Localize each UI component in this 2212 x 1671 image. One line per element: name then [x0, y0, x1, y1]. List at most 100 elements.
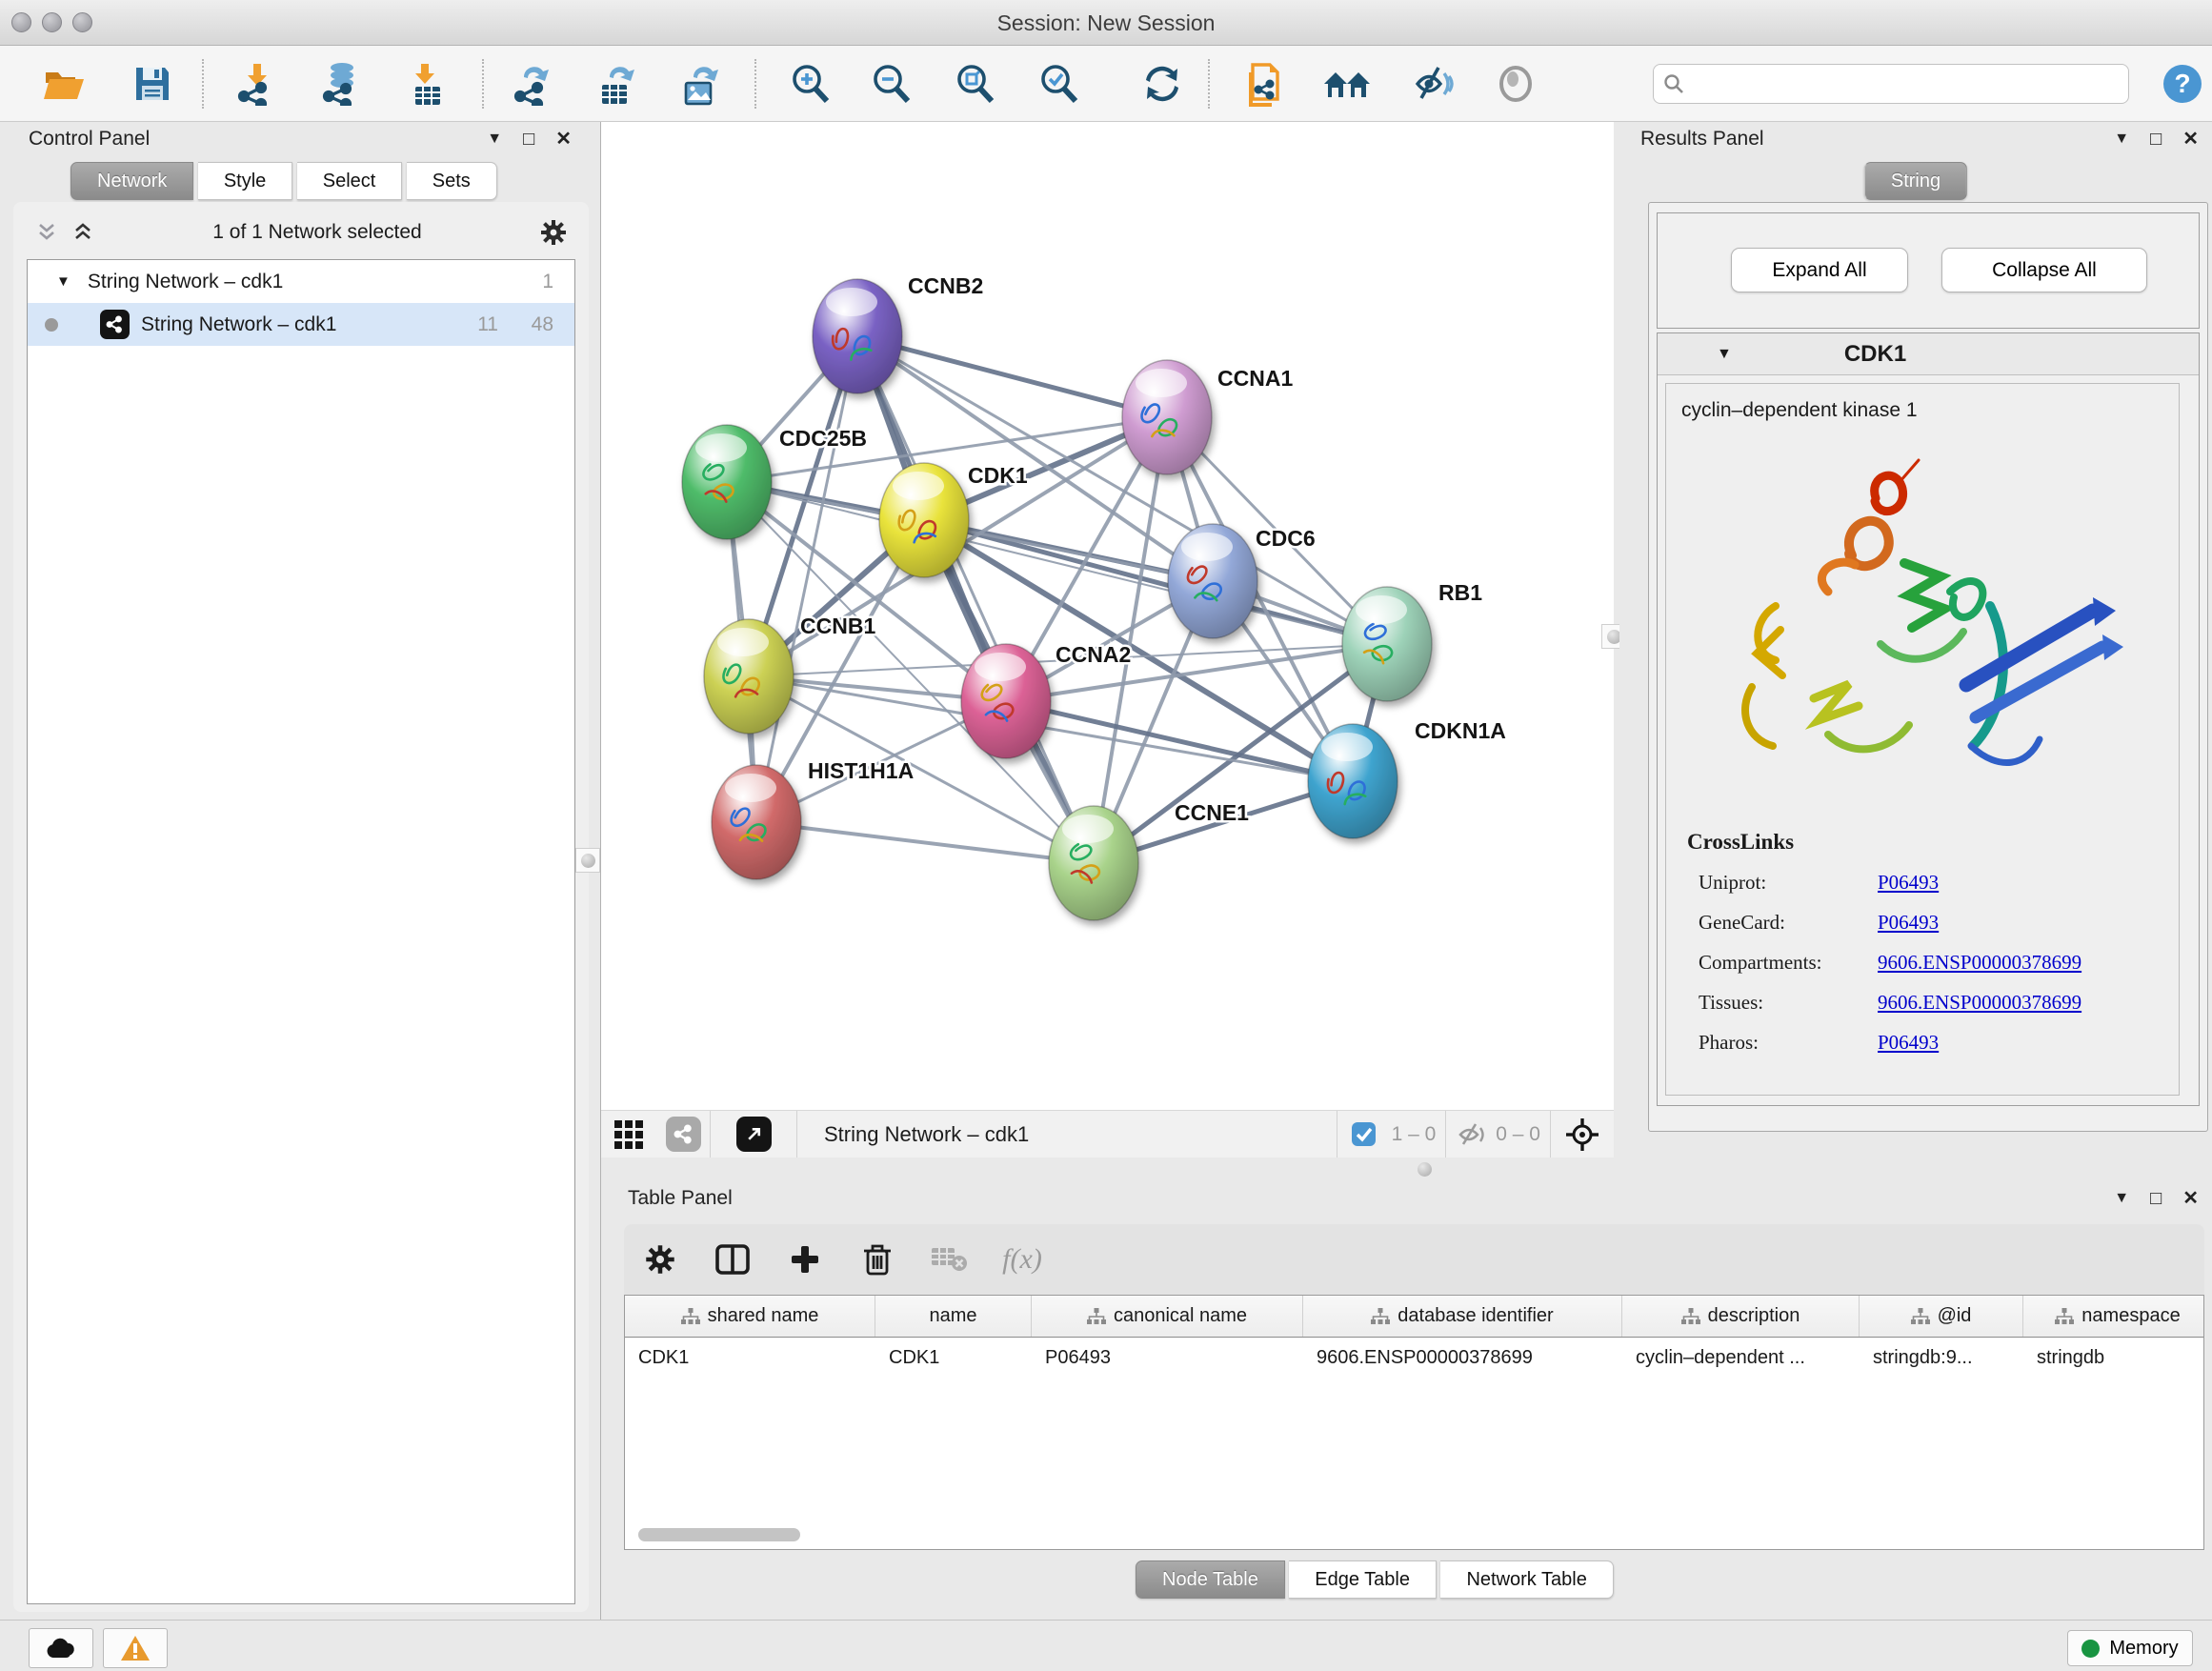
- column-header-canonical-name[interactable]: canonical name: [1032, 1296, 1303, 1337]
- node-entry-header[interactable]: ▼ CDK1: [1658, 333, 2199, 375]
- horizontal-scrollbar-thumb[interactable]: [638, 1528, 800, 1541]
- column-header-description[interactable]: description: [1622, 1296, 1860, 1337]
- export-table-button[interactable]: [589, 57, 644, 111]
- toggle-columns-button[interactable]: [696, 1231, 769, 1288]
- zoom-fit-button[interactable]: [948, 57, 1003, 111]
- cell-shared-name[interactable]: CDK1: [625, 1347, 875, 1369]
- network-row[interactable]: String Network – cdk1 11 48: [28, 303, 574, 346]
- delete-column-button[interactable]: [841, 1231, 914, 1288]
- panel-menu-icon[interactable]: ▼: [487, 131, 502, 147]
- tab-select[interactable]: Select: [297, 162, 403, 200]
- zoom-out-button[interactable]: [864, 57, 919, 111]
- cell-database-identifier[interactable]: 9606.ENSP00000378699: [1303, 1347, 1622, 1369]
- import-styles-button[interactable]: [1238, 57, 1294, 111]
- edge-CCNB2-CCNA1[interactable]: [857, 336, 1167, 417]
- gear-icon[interactable]: [539, 218, 568, 247]
- panel-float-icon[interactable]: □: [2150, 1189, 2162, 1208]
- refresh-view-button[interactable]: [1135, 57, 1190, 111]
- panel-menu-icon[interactable]: ▼: [2114, 1191, 2129, 1206]
- node-table[interactable]: shared namenamecanonical namedatabase id…: [624, 1295, 2204, 1550]
- tab-network[interactable]: Network: [70, 162, 193, 200]
- open-in-browser-button[interactable]: [711, 1112, 796, 1158]
- tab-network-table[interactable]: Network Table: [1440, 1560, 1613, 1599]
- node-CCNB2[interactable]: CCNB2: [813, 273, 983, 393]
- crosslink-tissues-link[interactable]: 9606.ENSP00000378699: [1878, 991, 2081, 1015]
- panel-close-icon[interactable]: ✕: [555, 130, 572, 149]
- tab-edge-table[interactable]: Edge Table: [1289, 1560, 1437, 1599]
- expand-all-button[interactable]: Expand All: [1731, 248, 1908, 292]
- share-view-button[interactable]: [656, 1112, 710, 1158]
- column-header-namespace[interactable]: namespace: [2023, 1296, 2204, 1337]
- cell--id[interactable]: stringdb:9...: [1860, 1347, 2023, 1369]
- edge-CCNB2-HIST1H1A[interactable]: [756, 336, 857, 822]
- node-HIST1H1A[interactable]: HIST1H1A: [712, 758, 914, 879]
- node-RB1[interactable]: RB1: [1342, 580, 1482, 701]
- selected-checkbox[interactable]: [1351, 1121, 1377, 1147]
- panel-float-icon[interactable]: □: [2150, 130, 2162, 149]
- tab-node-table[interactable]: Node Table: [1136, 1560, 1285, 1599]
- hidden-toggle[interactable]: [1458, 1122, 1486, 1147]
- zoom-in-button[interactable]: [783, 57, 838, 111]
- node-CCNA2[interactable]: CCNA2: [961, 642, 1131, 758]
- zoom-selected-button[interactable]: [1032, 57, 1087, 111]
- node-CDKN1A[interactable]: CDKN1A: [1308, 718, 1506, 838]
- column-header-shared-name[interactable]: shared name: [625, 1296, 875, 1337]
- home-button[interactable]: [1319, 57, 1375, 111]
- network-collection-row[interactable]: ▼ String Network – cdk1 1: [28, 260, 574, 303]
- table-settings-button[interactable]: [624, 1231, 696, 1288]
- expand-all-chevron-icon[interactable]: [70, 221, 95, 244]
- delete-table-button[interactable]: [914, 1231, 986, 1288]
- fit-selected-button[interactable]: [1551, 1112, 1614, 1158]
- crosslink-genecard-link[interactable]: P06493: [1878, 911, 1939, 935]
- import-network-file-button[interactable]: [229, 57, 284, 111]
- export-network-button[interactable]: [505, 57, 560, 111]
- disclosure-triangle-icon[interactable]: ▼: [1717, 346, 1732, 363]
- collapse-all-button[interactable]: Collapse All: [1941, 248, 2147, 292]
- tab-string[interactable]: String: [1864, 162, 1967, 200]
- cloud-status-button[interactable]: [29, 1628, 93, 1668]
- import-network-database-button[interactable]: [314, 57, 370, 111]
- splitter-handle-dot[interactable]: [1418, 1162, 1432, 1177]
- tab-sets[interactable]: Sets: [407, 162, 497, 200]
- network-canvas[interactable]: CCNB2CCNA1CDC25BCDK1CDC6RB1CCNB1CCNA2CDK…: [601, 122, 1614, 1110]
- panel-close-icon[interactable]: ✕: [2182, 130, 2199, 149]
- export-image-button[interactable]: [673, 57, 728, 111]
- crosslink-uniprot-link[interactable]: P06493: [1878, 871, 1939, 895]
- column-header-name[interactable]: name: [875, 1296, 1032, 1337]
- birds-eye-grid-button[interactable]: [601, 1112, 656, 1158]
- edge-CDK1-RB1[interactable]: [924, 520, 1387, 644]
- panel-close-icon[interactable]: ✕: [2182, 1189, 2199, 1208]
- edge-CCNA2-CDKN1A[interactable]: [1006, 701, 1353, 781]
- node-CDC25B[interactable]: CDC25B: [682, 425, 867, 539]
- disclosure-triangle-icon[interactable]: ▼: [56, 273, 70, 290]
- edge-HIST1H1A-CCNE1[interactable]: [756, 822, 1094, 863]
- warnings-button[interactable]: [103, 1628, 168, 1668]
- preview-button[interactable]: [1488, 57, 1543, 111]
- column-header-database-identifier[interactable]: database identifier: [1303, 1296, 1622, 1337]
- collapse-all-chevron-icon[interactable]: [34, 221, 59, 244]
- panel-menu-icon[interactable]: ▼: [2114, 131, 2129, 147]
- table-row[interactable]: CDK1CDK1P064939606.ENSP00000378699cyclin…: [625, 1338, 2203, 1378]
- cell-name[interactable]: CDK1: [875, 1347, 1032, 1369]
- open-session-button[interactable]: [36, 57, 91, 111]
- tab-style[interactable]: Style: [198, 162, 292, 200]
- cell-canonical-name[interactable]: P06493: [1032, 1347, 1303, 1369]
- crosslink-compartments-link[interactable]: 9606.ENSP00000378699: [1878, 951, 2081, 975]
- panel-float-icon[interactable]: □: [523, 130, 534, 149]
- help-button[interactable]: ?: [2155, 57, 2210, 111]
- column-header--id[interactable]: @id: [1860, 1296, 2023, 1337]
- memory-button[interactable]: Memory: [2067, 1630, 2193, 1666]
- node-CCNE1[interactable]: CCNE1: [1049, 800, 1249, 920]
- cell-description[interactable]: cyclin–dependent ...: [1622, 1347, 1860, 1369]
- show-hide-graphics-button[interactable]: [1406, 57, 1461, 111]
- search-input[interactable]: [1692, 73, 2119, 94]
- node-CDK1[interactable]: CDK1: [879, 463, 1028, 577]
- left-splitter-handle[interactable]: [575, 848, 600, 873]
- import-table-file-button[interactable]: [400, 57, 455, 111]
- network-graph[interactable]: CCNB2CCNA1CDC25BCDK1CDC6RB1CCNB1CCNA2CDK…: [601, 122, 1614, 1110]
- function-builder-button[interactable]: f(x): [986, 1231, 1058, 1288]
- node-CCNB1[interactable]: CCNB1: [704, 614, 875, 734]
- add-column-button[interactable]: [769, 1231, 841, 1288]
- save-session-button[interactable]: [125, 57, 180, 111]
- cell-namespace[interactable]: stringdb: [2023, 1347, 2204, 1369]
